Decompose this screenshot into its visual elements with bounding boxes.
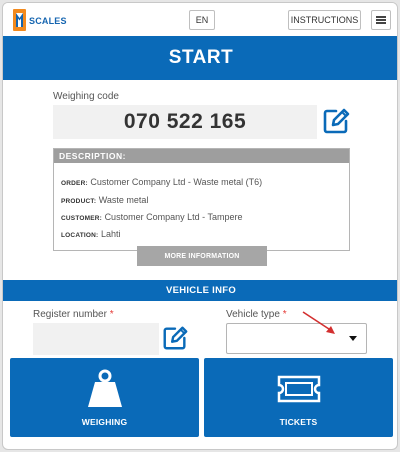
register-number-label-text: Register number	[33, 309, 107, 320]
product-key: PRODUCT:	[61, 198, 97, 205]
product-value: Waste metal	[98, 195, 149, 205]
instructions-button[interactable]: INSTRUCTIONS	[288, 10, 361, 30]
customer-value: Customer Company Ltd - Tampere	[104, 212, 243, 222]
weighing-code-value: 070 522 165	[123, 110, 247, 133]
language-button[interactable]: EN	[189, 10, 215, 30]
customer-key: CUSTOMER:	[61, 215, 103, 222]
weighing-tile-label: WEIGHING	[81, 417, 128, 427]
description-panel: DESCRIPTION: ORDER: Customer Company Ltd…	[53, 148, 350, 251]
edit-register-number-icon[interactable]	[161, 324, 189, 352]
dropdown-caret-icon	[349, 336, 357, 341]
vehicle-type-select[interactable]	[226, 323, 367, 354]
instructions-label: INSTRUCTIONS	[290, 15, 359, 25]
ticket-icon	[277, 375, 320, 403]
order-key: ORDER:	[61, 180, 88, 187]
required-marker: *	[109, 309, 114, 320]
weight-icon	[87, 369, 122, 407]
hamburger-menu-icon	[376, 16, 386, 24]
page-title: START	[168, 47, 234, 68]
top-bar: SCALES EN INSTRUCTIONS	[3, 3, 397, 37]
vehicle-type-label: Vehicle type *	[226, 309, 287, 320]
register-number-label: Register number *	[33, 309, 114, 320]
logo: SCALES	[12, 8, 72, 32]
start-banner: START	[3, 36, 397, 80]
register-number-input[interactable]	[33, 323, 159, 355]
location-key: LOCATION:	[61, 232, 99, 239]
logo-mark-icon	[13, 9, 26, 31]
order-value: Customer Company Ltd - Waste metal (T6)	[90, 177, 263, 187]
description-location: LOCATION: Lahti	[61, 229, 120, 239]
app-frame: SCALES EN INSTRUCTIONS START Weighing co…	[2, 2, 398, 450]
more-information-label: MORE INFORMATION	[164, 252, 240, 260]
weighing-tile-button[interactable]: WEIGHING	[10, 358, 199, 437]
more-information-button[interactable]: MORE INFORMATION	[137, 246, 267, 266]
menu-button[interactable]	[371, 10, 391, 30]
annotation-arrow-icon	[302, 311, 335, 334]
logo-text: SCALES	[29, 16, 67, 26]
weighing-code-display: 070 522 165	[53, 105, 317, 139]
description-order: ORDER: Customer Company Ltd - Waste meta…	[61, 177, 262, 187]
description-product: PRODUCT: Waste metal	[61, 195, 148, 205]
vehicle-type-label-text: Vehicle type	[226, 309, 280, 320]
tickets-tile-label: TICKETS	[279, 417, 318, 427]
tickets-tile-button[interactable]: TICKETS	[204, 358, 393, 437]
description-header: DESCRIPTION:	[54, 149, 349, 163]
vehicle-info-bar: VEHICLE INFO	[3, 280, 397, 301]
edit-weighing-code-icon[interactable]	[321, 106, 351, 136]
language-label: EN	[195, 15, 209, 25]
vehicle-info-title: VEHICLE INFO	[165, 285, 237, 296]
required-marker: *	[282, 309, 287, 320]
weighing-code-label: Weighing code	[53, 91, 119, 102]
location-value: Lahti	[100, 229, 121, 239]
description-customer: CUSTOMER: Customer Company Ltd - Tampere	[61, 212, 242, 222]
